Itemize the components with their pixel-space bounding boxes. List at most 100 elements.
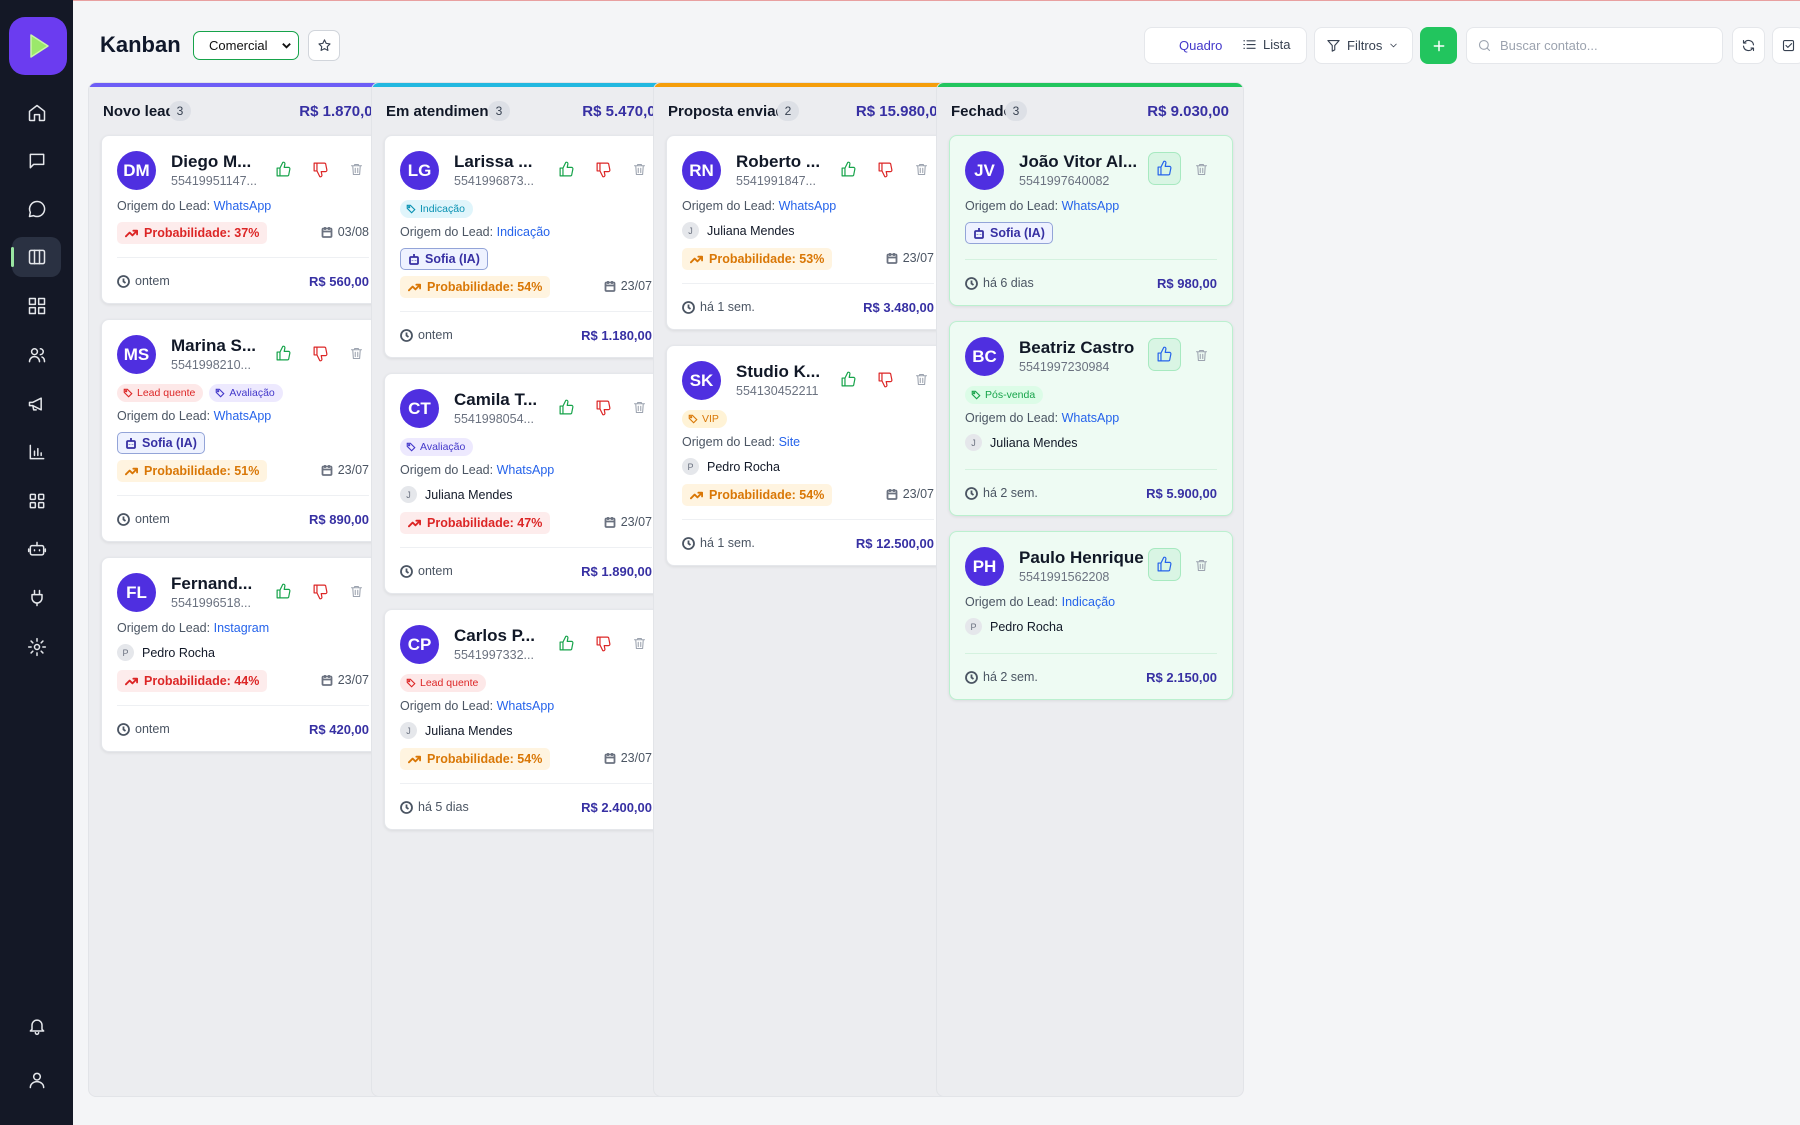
tag-lead-quente[interactable]: Lead quente (400, 674, 487, 692)
delete-button[interactable] (345, 342, 367, 364)
mark-won-button[interactable] (555, 158, 577, 180)
lead-card[interactable]: CP Carlos P... 5541997332... Lead quente Ori… (384, 609, 668, 830)
bell-icon[interactable] (12, 1006, 61, 1046)
lead-card[interactable]: CT Camila T... 5541998054... Avaliação Orige… (384, 373, 668, 594)
like-button[interactable] (1148, 338, 1181, 371)
search-input[interactable] (1500, 38, 1700, 53)
last-activity: ontem (117, 722, 170, 736)
thumbs-up-icon (559, 635, 573, 650)
due-date: 23/07 (886, 251, 934, 265)
contact-name[interactable]: Paulo Henrique (1019, 548, 1144, 568)
delete-button[interactable] (910, 368, 932, 390)
view-board-tab[interactable]: Quadro (1179, 38, 1222, 53)
mark-won-button[interactable] (837, 158, 859, 180)
contact-name[interactable]: Studio K... (736, 362, 820, 382)
ai-agent-badge[interactable]: Sofia (IA) (400, 248, 488, 270)
contact-name[interactable]: Fernand... (171, 574, 252, 594)
kanban-icon[interactable] (11, 237, 61, 277)
delete-button[interactable] (345, 158, 367, 180)
dashboard-icon[interactable] (12, 286, 61, 326)
contact-name[interactable]: Camila T... (454, 390, 537, 410)
filters-button[interactable]: Filtros (1314, 27, 1413, 64)
tag-indicacao[interactable]: Indicação (400, 200, 473, 218)
contact-avatar: BC (965, 337, 1004, 376)
home-icon[interactable] (12, 93, 61, 133)
lead-card[interactable]: PH Paulo Henrique 5541991562208 Origem do L… (949, 531, 1233, 700)
contact-name[interactable]: Larissa ... (454, 152, 532, 172)
owner-avatar: P (117, 644, 134, 661)
view-list-tab[interactable]: Lista (1242, 37, 1290, 52)
tag-avaliacao[interactable]: Avaliação (209, 384, 283, 402)
add-lead-button[interactable] (1420, 27, 1457, 64)
mark-lost-button[interactable] (874, 158, 896, 180)
mark-lost-button[interactable] (309, 580, 331, 602)
delete-button[interactable] (1190, 554, 1212, 576)
chat-bubble-icon[interactable] (12, 189, 61, 229)
message-square-icon[interactable] (12, 141, 61, 181)
tag-avaliacao[interactable]: Avaliação (400, 438, 474, 456)
like-button[interactable] (1148, 548, 1181, 581)
settings-icon[interactable] (12, 627, 61, 667)
bar-chart-icon[interactable] (12, 432, 61, 472)
pipeline-select[interactable]: Comercial (193, 31, 299, 60)
lead-card[interactable]: LG Larissa ... 5541996873... Indicação Orige… (384, 135, 668, 358)
mark-won-button[interactable] (272, 158, 294, 180)
last-activity: há 2 sem. (965, 670, 1038, 684)
ai-agent-badge[interactable]: Sofia (IA) (117, 432, 205, 454)
delete-button[interactable] (1190, 158, 1212, 180)
contact-name[interactable]: João Vitor Al... (1019, 152, 1137, 172)
lead-origin-label: Origem do Lead: (965, 411, 1062, 425)
contact-name[interactable]: Roberto ... (736, 152, 820, 172)
mark-won-button[interactable] (837, 368, 859, 390)
lead-card[interactable]: SK Studio K... 554130452211 VIP Origem do Le… (666, 345, 950, 566)
users-icon[interactable] (12, 335, 61, 375)
user-icon[interactable] (12, 1060, 61, 1100)
favorite-button[interactable] (308, 30, 340, 61)
mark-lost-button[interactable] (592, 396, 614, 418)
probability-badge: Probabilidade: 47% (400, 512, 551, 534)
lead-card[interactable]: RN Roberto ... 5541991847... Origem do Lead… (666, 135, 950, 330)
lead-card[interactable]: MS Marina S... 5541998210... Lead quente Ava… (101, 319, 385, 542)
app-logo[interactable] (9, 17, 67, 75)
delete-button[interactable] (910, 158, 932, 180)
trending-up-icon (125, 229, 138, 237)
bot-icon[interactable] (12, 529, 61, 569)
mark-lost-button[interactable] (309, 158, 331, 180)
contact-name[interactable]: Beatriz Castro (1019, 338, 1134, 358)
megaphone-icon[interactable] (12, 384, 61, 424)
lead-card[interactable]: JV João Vitor Al... 5541997640082 Origem do… (949, 135, 1233, 306)
lead-card[interactable]: DM Diego M... 55419951147... Origem do Lead… (101, 135, 385, 304)
refresh-button[interactable] (1732, 27, 1765, 64)
tag-pos-venda[interactable]: Pós-venda (965, 386, 1044, 404)
mark-lost-button[interactable] (309, 342, 331, 364)
tag-lead-quente[interactable]: Lead quente (117, 384, 204, 402)
tasks-button[interactable] (1772, 27, 1800, 64)
delete-button[interactable] (628, 158, 650, 180)
delete-button[interactable] (628, 396, 650, 418)
column-fechado: Fechado 3 R$ 9.030,00 JV João Vitor Al...… (936, 82, 1244, 1097)
deal-value: R$ 5.900,00 (1146, 486, 1217, 501)
tag-vip[interactable]: VIP (682, 410, 727, 428)
delete-button[interactable] (628, 632, 650, 654)
tag-list: Avaliação (400, 438, 474, 456)
plug-icon[interactable] (12, 578, 61, 618)
delete-button[interactable] (345, 580, 367, 602)
contact-name[interactable]: Carlos P... (454, 626, 535, 646)
lead-card[interactable]: BC Beatriz Castro 5541997230984 Pós-venda Or… (949, 321, 1233, 516)
lead-card[interactable]: FL Fernand... 5541996518... Origem do Lead:… (101, 557, 385, 752)
contact-name[interactable]: Diego M... (171, 152, 251, 172)
apps-icon[interactable] (12, 481, 61, 521)
mark-won-button[interactable] (272, 580, 294, 602)
contact-phone: 55419951147... (171, 174, 257, 188)
thumbs-up-icon (1157, 556, 1172, 572)
ai-agent-badge[interactable]: Sofia (IA) (965, 222, 1053, 244)
mark-won-button[interactable] (555, 632, 577, 654)
mark-won-button[interactable] (272, 342, 294, 364)
delete-button[interactable] (1190, 344, 1212, 366)
mark-lost-button[interactable] (592, 632, 614, 654)
mark-lost-button[interactable] (592, 158, 614, 180)
mark-lost-button[interactable] (874, 368, 896, 390)
like-button[interactable] (1148, 152, 1181, 185)
contact-name[interactable]: Marina S... (171, 336, 256, 356)
mark-won-button[interactable] (555, 396, 577, 418)
